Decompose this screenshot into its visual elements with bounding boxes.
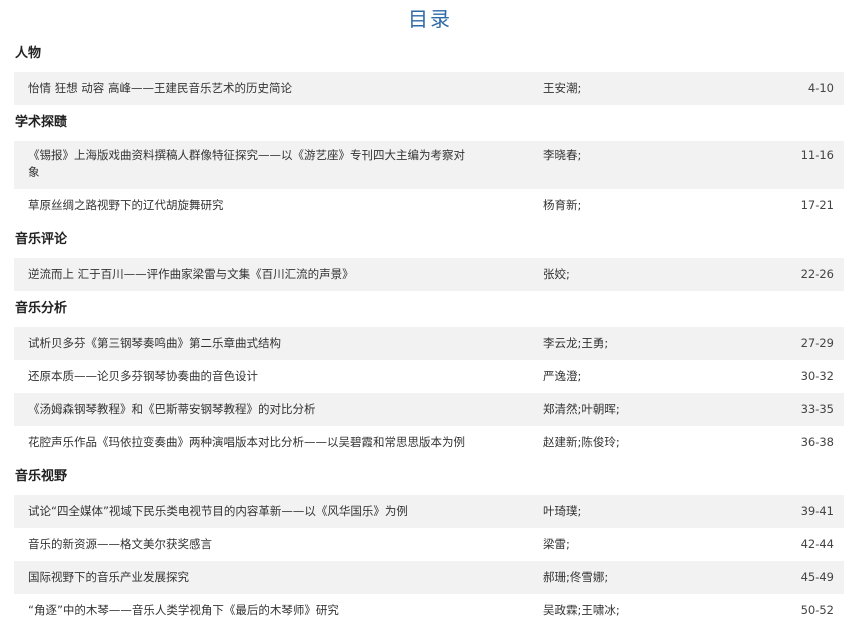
toc-entry[interactable]: 《锡报》上海版戏曲资料撰稿人群像特征探究——以《游艺座》专刊四大主编为考察对象 … [14,141,844,189]
section-academic: 学术探赜 《锡报》上海版戏曲资料撰稿人群像特征探究——以《游艺座》专刊四大主编为… [14,105,844,222]
article-pages: 45-49 [800,570,834,584]
toc-entry[interactable]: 《汤姆森钢琴教程》和《巴斯蒂安钢琴教程》的对比分析 郑清然;叶朝晖; 33-35 [14,393,844,426]
section-title: 音乐评论 [15,232,68,247]
article-authors: 吴政霖;王啸冰; [543,603,620,617]
section-music-review: 音乐评论 逆流而上 汇于百川——评作曲家梁雷与文集《百川汇流的声景》 张姣; 2… [14,222,844,291]
article-title-link[interactable]: 《锡报》上海版戏曲资料撰稿人群像特征探究——以《游艺座》专刊四大主编为考察对象 [28,147,472,181]
section-title: 学术探赜 [15,115,68,130]
article-pages: 22-26 [800,267,834,281]
section-title: 人物 [15,46,42,61]
toc-entry[interactable]: 还原本质——论贝多芬钢琴协奏曲的音色设计 严逸澄; 30-32 [14,360,844,393]
article-title-link[interactable]: 试论“四全媒体”视域下民乐类电视节目的内容革新——以《风华国乐》为例 [28,503,472,520]
article-authors: 梁雷; [543,537,570,551]
article-title-link[interactable]: 试析贝多芬《第三钢琴奏鸣曲》第二乐章曲式结构 [28,335,472,352]
article-authors: 郑清然;叶朝晖; [543,402,620,416]
article-title-link[interactable]: “角逐”中的木琴——音乐人类学视角下《最后的木琴师》研究 [28,602,472,619]
article-authors: 杨育新; [543,198,582,212]
page-title: 目录 [408,7,452,31]
table-of-contents: 人物 怡情 狂想 动容 高峰——王建民音乐艺术的历史简论 王安潮; 4-10 学… [0,36,860,627]
article-title-link[interactable]: 国际视野下的音乐产业发展探究 [28,569,472,586]
toc-entry[interactable]: 国际视野下的音乐产业发展探究 郝珊;佟雪娜; 45-49 [14,561,844,594]
article-title-link[interactable]: 怡情 狂想 动容 高峰——王建民音乐艺术的历史简论 [28,80,472,97]
toc-entry[interactable]: 花腔声乐作品《玛依拉变奏曲》两种演唱版本对比分析——以吴碧霞和常思思版本为例 赵… [14,426,844,459]
article-title-link[interactable]: 逆流而上 汇于百川——评作曲家梁雷与文集《百川汇流的声景》 [28,266,472,283]
section-title: 音乐分析 [15,301,68,316]
article-authors: 郝珊;佟雪娜; [543,570,609,584]
toc-entry[interactable]: “角逐”中的木琴——音乐人类学视角下《最后的木琴师》研究 吴政霖;王啸冰; 50… [14,594,844,627]
article-authors: 李云龙;王勇; [543,336,609,350]
toc-entry[interactable]: 逆流而上 汇于百川——评作曲家梁雷与文集《百川汇流的声景》 张姣; 22-26 [14,258,844,291]
article-authors: 王安潮; [543,81,582,95]
article-pages: 4-10 [807,81,834,95]
article-pages: 17-21 [800,198,834,212]
section-title: 音乐视野 [15,469,68,484]
article-authors: 赵建新;陈俊玲; [543,435,620,449]
toc-entry[interactable]: 试析贝多芬《第三钢琴奏鸣曲》第二乐章曲式结构 李云龙;王勇; 27-29 [14,327,844,360]
section-music-horizon: 音乐视野 试论“四全媒体”视域下民乐类电视节目的内容革新——以《风华国乐》为例 … [14,459,844,627]
toc-entry[interactable]: 怡情 狂想 动容 高峰——王建民音乐艺术的历史简论 王安潮; 4-10 [14,72,844,105]
article-pages: 36-38 [800,435,834,449]
article-title-link[interactable]: 《汤姆森钢琴教程》和《巴斯蒂安钢琴教程》的对比分析 [28,401,472,418]
article-title-link[interactable]: 花腔声乐作品《玛依拉变奏曲》两种演唱版本对比分析——以吴碧霞和常思思版本为例 [28,434,472,451]
article-authors: 叶琦璞; [543,504,582,518]
article-title-link[interactable]: 草原丝绸之路视野下的辽代胡旋舞研究 [28,197,472,214]
toc-entry[interactable]: 试论“四全媒体”视域下民乐类电视节目的内容革新——以《风华国乐》为例 叶琦璞; … [14,495,844,528]
section-music-analysis: 音乐分析 试析贝多芬《第三钢琴奏鸣曲》第二乐章曲式结构 李云龙;王勇; 27-2… [14,291,844,459]
article-title-link[interactable]: 还原本质——论贝多芬钢琴协奏曲的音色设计 [28,368,472,385]
article-pages: 30-32 [800,369,834,383]
article-pages: 27-29 [800,336,834,350]
section-people: 人物 怡情 狂想 动容 高峰——王建民音乐艺术的历史简论 王安潮; 4-10 [14,36,844,105]
article-title-link[interactable]: 音乐的新资源——格文美尔获奖感言 [28,536,472,553]
article-authors: 严逸澄; [543,369,582,383]
article-pages: 39-41 [800,504,834,518]
article-pages: 11-16 [800,148,834,162]
article-pages: 42-44 [800,537,834,551]
article-pages: 50-52 [800,603,834,617]
article-authors: 张姣; [543,267,570,281]
toc-entry[interactable]: 草原丝绸之路视野下的辽代胡旋舞研究 杨育新; 17-21 [14,189,844,222]
article-pages: 33-35 [800,402,834,416]
article-authors: 李晓春; [543,148,582,162]
toc-entry[interactable]: 音乐的新资源——格文美尔获奖感言 梁雷; 42-44 [14,528,844,561]
